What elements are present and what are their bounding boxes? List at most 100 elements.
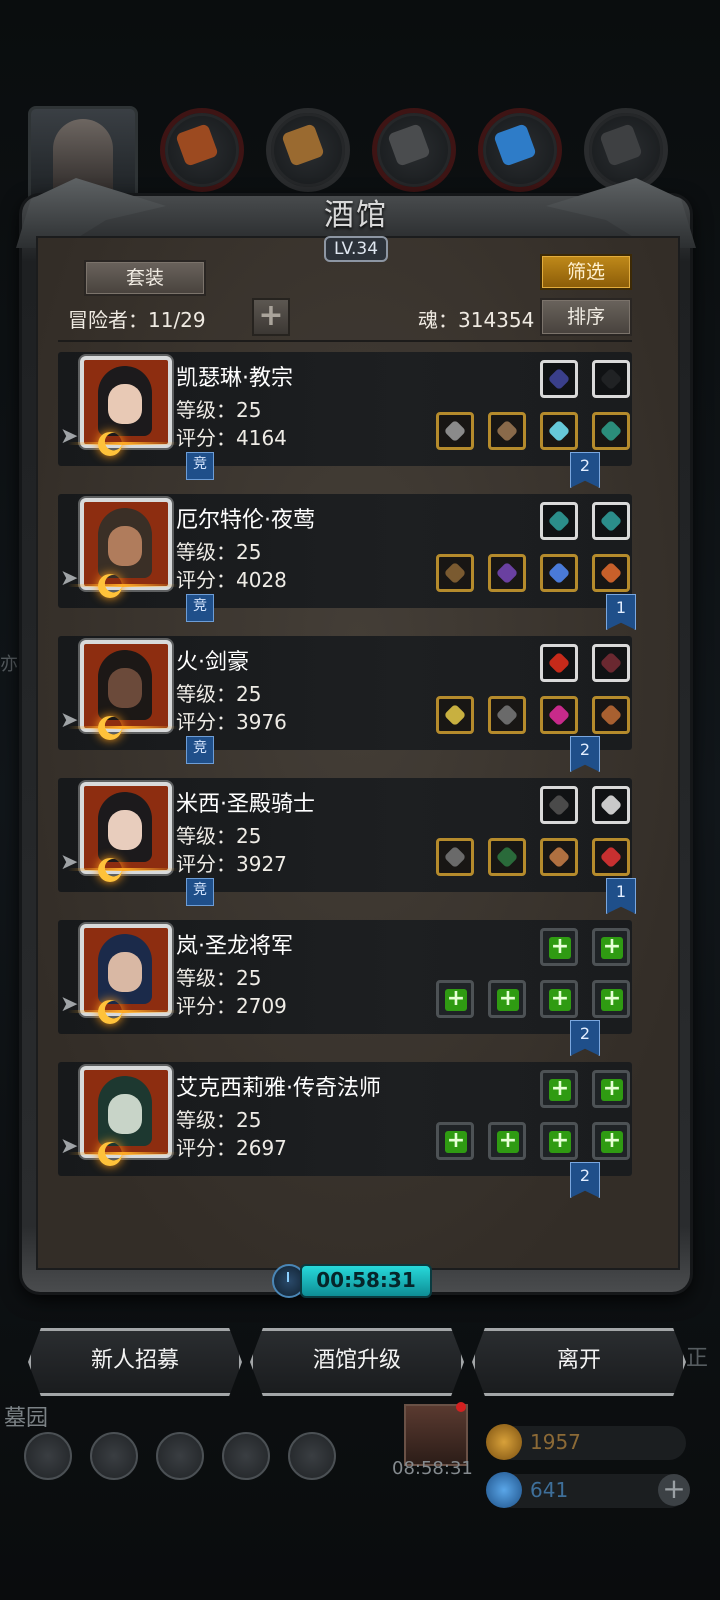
hero-portrait[interactable] <box>80 640 172 732</box>
hero-card[interactable]: ➤ 火·剑豪 等级：25 评分：3976 竞 2 <box>58 636 632 772</box>
hero-name: 厄尔特伦·夜莺 <box>176 508 315 533</box>
accessory-slot-icon[interactable] <box>592 644 630 682</box>
side-label-left: 亦 <box>0 654 18 675</box>
hero-score: 评分：2697 <box>176 1136 287 1160</box>
hero-level: 等级：25 <box>176 824 262 848</box>
empty-slot-add-icon[interactable]: + <box>592 1122 630 1160</box>
accessory-slot-icon[interactable] <box>592 786 630 824</box>
hero-card[interactable]: ➤ 艾克西莉雅·传奇法师 等级：25 评分：2697 2 + + + + + + <box>58 1062 632 1198</box>
menu-icon-5[interactable] <box>288 1432 336 1480</box>
arena-tag: 竞 <box>186 452 214 480</box>
empty-slot-add-icon[interactable]: + <box>540 1070 578 1108</box>
empty-slot-add-icon[interactable]: + <box>436 1122 474 1160</box>
accessory-slot-icon[interactable] <box>540 360 578 398</box>
notification-dot <box>456 1402 466 1412</box>
empty-slot-add-icon[interactable]: + <box>488 980 526 1018</box>
moon-icon <box>98 716 122 740</box>
hero-score: 评分：3976 <box>176 710 287 734</box>
hero-score: 评分：4164 <box>176 426 287 450</box>
equipment-slot-icon[interactable] <box>540 696 578 734</box>
equipment-slot-icon[interactable] <box>540 554 578 592</box>
shield-slot-icon[interactable] <box>266 108 350 192</box>
empty-slot-add-icon[interactable]: + <box>540 980 578 1018</box>
recruit-button[interactable]: 新人招募 <box>28 1328 242 1396</box>
gem-icon <box>486 1472 522 1508</box>
upgrade-tavern-button[interactable]: 酒馆升级 <box>250 1328 464 1396</box>
empty-slot-add-icon[interactable]: + <box>540 928 578 966</box>
hero-level: 等级：25 <box>176 966 262 990</box>
sort-button[interactable]: 排序 <box>540 298 632 336</box>
empty-slot-add-icon[interactable]: + <box>592 928 630 966</box>
accessory-slot-icon[interactable] <box>540 502 578 540</box>
runner-icon: ➤ <box>60 566 79 591</box>
hero-portrait[interactable] <box>80 356 172 448</box>
hero-level: 等级：25 <box>176 682 262 706</box>
panel-header: 酒馆 LV.34 <box>292 190 420 262</box>
menu-icon-4[interactable] <box>222 1432 270 1480</box>
hero-card[interactable]: ➤ 厄尔特伦·夜莺 等级：25 评分：4028 竞 1 <box>58 494 636 630</box>
hero-portrait[interactable] <box>80 498 172 590</box>
equipment-slot-icon[interactable] <box>540 412 578 450</box>
hero-score: 评分：4028 <box>176 568 287 592</box>
hero-name: 火·剑豪 <box>176 650 249 675</box>
gold-amount: 1957 <box>530 1430 581 1454</box>
gift-timer: 08:58:31 <box>392 1458 473 1479</box>
moon-icon <box>98 1000 122 1024</box>
refresh-timer-value: 00:58:31 <box>300 1264 432 1298</box>
equipment-slot-icon[interactable] <box>436 838 474 876</box>
crystal-slot-icon[interactable] <box>478 108 562 192</box>
accessory-slot-icon[interactable] <box>540 786 578 824</box>
runner-icon: ➤ <box>60 708 79 733</box>
equipment-slot-icon[interactable] <box>436 412 474 450</box>
plus-icon: + <box>258 298 284 333</box>
equipment-slot-icon[interactable] <box>488 838 526 876</box>
equipment-slot-icon[interactable] <box>488 554 526 592</box>
menu-icon-2[interactable] <box>90 1432 138 1480</box>
gift-icon[interactable] <box>404 1404 468 1466</box>
leave-button[interactable]: 离开 <box>472 1328 686 1396</box>
empty-slot-add-icon[interactable]: + <box>540 1122 578 1160</box>
hero-level: 等级：25 <box>176 540 262 564</box>
equipment-slot-icon[interactable] <box>592 696 630 734</box>
hero-portrait[interactable] <box>80 1066 172 1158</box>
menu-icon-1[interactable] <box>24 1432 72 1480</box>
accessory-slot-icon[interactable] <box>592 502 630 540</box>
hero-card[interactable]: ➤ 岚·圣龙将军 等级：25 评分：2709 2 + + + + + + <box>58 920 632 1056</box>
runner-icon: ➤ <box>60 992 79 1017</box>
arena-tag: 竞 <box>186 594 214 622</box>
equipment-slot-icon[interactable] <box>592 838 630 876</box>
armor-slot-icon[interactable] <box>372 108 456 192</box>
accessory-slot-icon[interactable] <box>540 644 578 682</box>
add-currency-button[interactable]: + <box>658 1474 690 1506</box>
accessory-slot-icon[interactable] <box>592 360 630 398</box>
add-adventurer-button[interactable]: + <box>252 298 290 336</box>
empty-slot-add-icon[interactable]: + <box>592 980 630 1018</box>
empty-slot-add-icon[interactable]: + <box>488 1122 526 1160</box>
equipment-slot-icon[interactable] <box>436 554 474 592</box>
hero-card[interactable]: ➤ 凯瑟琳·教宗 等级：25 评分：4164 竞 2 <box>58 352 632 488</box>
set-button[interactable]: 套装 <box>84 260 206 296</box>
gold-icon <box>486 1424 522 1460</box>
runner-icon: ➤ <box>60 850 79 875</box>
hero-name: 艾克西莉雅·传奇法师 <box>176 1076 381 1101</box>
filter-button[interactable]: 筛选 <box>540 254 632 290</box>
equipment-slot-icon[interactable] <box>436 696 474 734</box>
equipment-slot-icon[interactable] <box>540 838 578 876</box>
helmet-slot-icon[interactable] <box>160 108 244 192</box>
boots-slot-icon[interactable] <box>584 108 668 192</box>
hero-name: 岚·圣龙将军 <box>176 934 293 959</box>
runner-icon: ➤ <box>60 1134 79 1159</box>
arena-tag: 竞 <box>186 736 214 764</box>
moon-icon <box>98 1142 122 1166</box>
hero-portrait[interactable] <box>80 782 172 874</box>
empty-slot-add-icon[interactable]: + <box>592 1070 630 1108</box>
equipment-slot-icon[interactable] <box>592 412 630 450</box>
hero-portrait[interactable] <box>80 924 172 1016</box>
menu-icon-3[interactable] <box>156 1432 204 1480</box>
equipment-slot-icon[interactable] <box>488 412 526 450</box>
hero-card[interactable]: ➤ 米西·圣殿骑士 等级：25 评分：3927 竞 1 <box>58 778 636 914</box>
portrait-glow <box>68 868 178 871</box>
empty-slot-add-icon[interactable]: + <box>436 980 474 1018</box>
equipment-slot-icon[interactable] <box>488 696 526 734</box>
equipment-slot-icon[interactable] <box>592 554 630 592</box>
